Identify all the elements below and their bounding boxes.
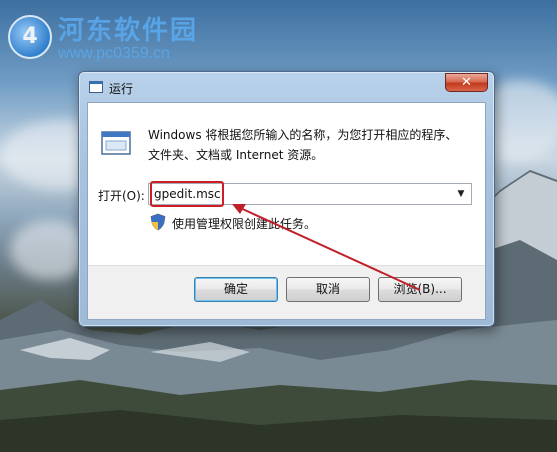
run-window-icon (89, 81, 103, 93)
open-label: 打开(O): (98, 189, 145, 203)
run-dialog: 运行 ✕ Windows 将根据您所输入的名称，为您打开相应的程序、文件夹、文档… (78, 71, 495, 327)
title-bar[interactable]: 运行 ✕ (79, 72, 494, 104)
watermark-title: 河东软件园 (58, 16, 199, 46)
watermark: 4 河东软件园 www.pc0359.cn (8, 10, 198, 63)
admin-privilege-note: 使用管理权限创建此任务。 (172, 217, 317, 231)
run-program-icon (101, 131, 131, 155)
cancel-button[interactable]: 取消 (286, 277, 370, 302)
ok-button[interactable]: 确定 (194, 277, 278, 302)
dialog-body: Windows 将根据您所输入的名称，为您打开相应的程序、文件夹、文档或 Int… (87, 102, 486, 320)
watermark-logo: 4 (8, 14, 52, 59)
highlight-annotation (150, 181, 224, 207)
uac-shield-icon (150, 213, 166, 231)
close-button[interactable]: ✕ (445, 73, 488, 92)
window-title: 运行 (109, 82, 134, 96)
dialog-description: Windows 将根据您所输入的名称，为您打开相应的程序、文件夹、文档或 Int… (148, 128, 458, 162)
chevron-down-icon[interactable]: ▼ (454, 185, 468, 203)
watermark-url: www.pc0359.cn (58, 45, 171, 62)
browse-button[interactable]: 浏览(B)... (378, 277, 462, 302)
